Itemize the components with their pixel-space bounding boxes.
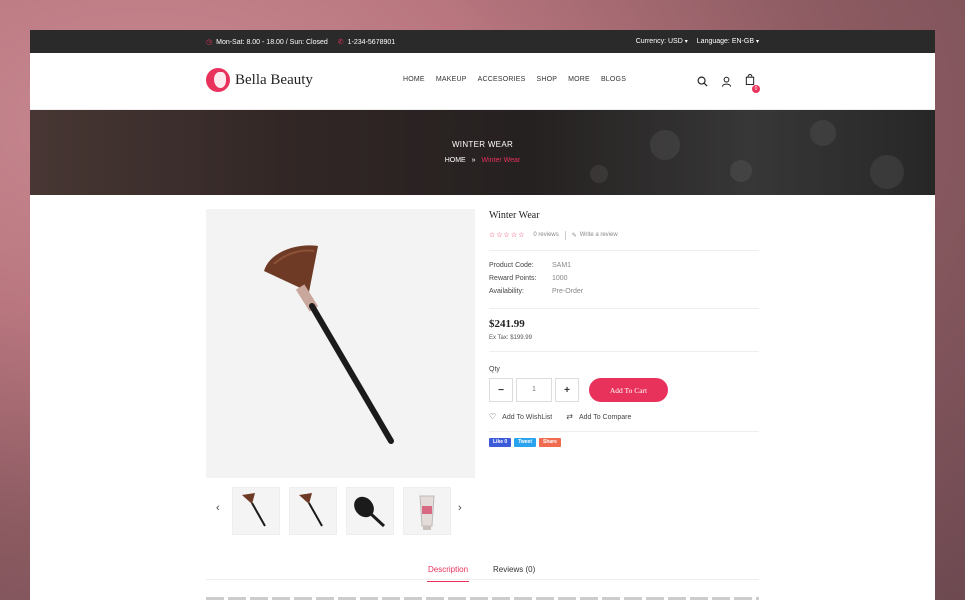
- product-title: Winter Wear: [489, 210, 540, 221]
- hairbrush-thumb-icon: [354, 496, 386, 528]
- nav-accesories[interactable]: ACCESORIES: [478, 76, 526, 83]
- cart-count-badge: 0: [752, 85, 760, 93]
- top-bar: ◷ Mon-Sat: 8.00 - 18.00 / Sun: Closed ✆ 1-…: [30, 30, 935, 53]
- clock-icon: ◷: [206, 39, 213, 46]
- hours-text: Mon-Sat: 8.00 - 18.00 / Sun: Closed: [216, 39, 328, 46]
- spec-value: 1000: [552, 275, 568, 282]
- nav-makeup[interactable]: MAKEUP: [436, 76, 467, 83]
- wishlist-compare-row: ♡ Add To WishList ⇄ Add To Compare: [489, 412, 759, 421]
- rating-row: ☆☆☆☆☆ 0 reviews ✎ Write a review: [489, 230, 759, 240]
- compare-label: Add To Compare: [578, 414, 632, 421]
- divider: [564, 230, 566, 240]
- spec-value: Pre-Order: [552, 288, 584, 295]
- currency-label: Currency: USD: [635, 38, 683, 45]
- divider: [489, 431, 759, 432]
- product-info: Winter Wear ☆☆☆☆☆ 0 reviews ✎ Write a re…: [489, 210, 759, 447]
- hours-info: ◷ Mon-Sat: 8.00 - 18.00 / Sun: Closed: [206, 38, 328, 46]
- chevron-left-icon[interactable]: ‹: [216, 502, 220, 514]
- chevron-right-icon[interactable]: ›: [458, 502, 462, 514]
- fan-brush-image: [264, 245, 394, 444]
- spec-label: Reward Points:: [489, 275, 537, 282]
- user-icon[interactable]: [721, 76, 732, 87]
- qty-label: Qty: [489, 366, 500, 373]
- tab-description[interactable]: Description: [426, 565, 470, 582]
- product-specs: Product Code: SAM1 Reward Points: 1000 Ava…: [489, 262, 759, 301]
- thumbnail[interactable]: [232, 487, 280, 535]
- price-block: $241.99 Ex Tax: $199.99: [489, 318, 759, 341]
- breadcrumb-home[interactable]: HOME: [445, 157, 466, 164]
- cart-button[interactable]: 0: [745, 72, 760, 93]
- site-header: Bella Beauty HOME MAKEUP ACCESORIES SHOP…: [30, 53, 935, 110]
- main-nav: HOME MAKEUP ACCESORIES SHOP MORE BLOGS: [403, 76, 626, 83]
- share-button[interactable]: Share: [539, 438, 561, 447]
- fan-brush-thumb-icon: [242, 493, 266, 527]
- divider: [489, 308, 759, 309]
- add-to-compare-button[interactable]: ⇄ Add To Compare: [566, 412, 631, 421]
- star-rating: ☆☆☆☆☆: [489, 232, 526, 239]
- product-main-image[interactable]: [206, 209, 475, 478]
- spec-row: Reward Points: 1000: [489, 275, 759, 288]
- wishlist-label: Add To WishList: [502, 414, 553, 421]
- facebook-like-button[interactable]: Like 0: [489, 438, 512, 447]
- banner-title: WINTER WEAR: [451, 140, 514, 149]
- banner-overlay: [30, 110, 935, 195]
- qty-input[interactable]: 1: [516, 378, 552, 402]
- social-share: Like 0 Tweet Share: [489, 438, 759, 447]
- nav-more[interactable]: MORE: [568, 76, 590, 83]
- reviews-link[interactable]: 0 reviews: [533, 232, 558, 238]
- divider: [489, 250, 759, 251]
- thumbnail[interactable]: [403, 487, 451, 535]
- phone-icon: ✆: [337, 39, 344, 46]
- spec-label: Product Code:: [489, 262, 534, 269]
- add-to-cart-button[interactable]: Add To Cart: [589, 378, 668, 402]
- divider: [489, 351, 759, 352]
- nav-home[interactable]: HOME: [403, 76, 425, 83]
- pencil-icon: ✎: [571, 232, 577, 239]
- fan-brush-thumb-icon: [299, 493, 323, 527]
- spec-row: Availability: Pre-Order: [489, 288, 759, 301]
- tab-reviews[interactable]: Reviews (0): [493, 565, 535, 574]
- spec-row: Product Code: SAM1: [489, 262, 759, 275]
- nav-blogs[interactable]: BLOGS: [601, 76, 626, 83]
- compare-arrows-icon: ⇄: [566, 412, 573, 421]
- ex-tax-price: Ex Tax: $199.99: [489, 335, 532, 341]
- logo-icon: [206, 68, 230, 92]
- breadcrumb-current: Winter Wear: [481, 157, 521, 164]
- spec-label: Availability:: [489, 288, 524, 295]
- logo-text: Bella Beauty: [235, 71, 313, 88]
- qty-decrease-button[interactable]: −: [489, 378, 513, 402]
- write-review-link[interactable]: Write a review: [580, 232, 618, 238]
- quantity-stepper: − 1 + Add To Cart: [489, 378, 759, 402]
- chevron-down-icon: ▾: [684, 39, 688, 45]
- spec-value: SAM1: [552, 262, 572, 269]
- tweet-button[interactable]: Tweet: [514, 438, 536, 447]
- page-frame: ◷ Mon-Sat: 8.00 - 18.00 / Sun: Closed ✆ 1-…: [30, 30, 935, 600]
- chevron-down-icon: ▾: [755, 39, 759, 45]
- thumbnail[interactable]: [346, 487, 394, 535]
- product-price: $241.99: [489, 318, 525, 330]
- search-icon[interactable]: [697, 76, 708, 87]
- shopping-bag-icon: [745, 73, 755, 86]
- currency-dropdown[interactable]: Currency: USD ▾: [636, 38, 688, 45]
- cream-tube-thumb-icon: [419, 495, 435, 530]
- breadcrumb: HOME » Winter Wear: [30, 157, 935, 164]
- page-banner: WINTER WEAR HOME » Winter Wear: [30, 110, 935, 195]
- language-label: Language: EN-GB: [696, 38, 754, 45]
- product-tabs: Description Reviews (0): [206, 558, 759, 582]
- phone-info: ✆ 1-234-5678901: [338, 38, 395, 46]
- qty-increase-button[interactable]: +: [555, 378, 579, 402]
- heart-icon: ♡: [489, 412, 497, 421]
- add-to-wishlist-button[interactable]: ♡ Add To WishList: [489, 412, 552, 421]
- thumbnail[interactable]: [289, 487, 337, 535]
- phone-text: 1-234-5678901: [347, 39, 396, 46]
- logo[interactable]: Bella Beauty: [206, 68, 313, 92]
- language-dropdown[interactable]: Language: EN-GB ▾: [697, 38, 759, 45]
- breadcrumb-separator: »: [471, 157, 476, 164]
- thumbnail-carousel: ‹ ›: [206, 487, 475, 535]
- nav-shop[interactable]: SHOP: [536, 76, 557, 83]
